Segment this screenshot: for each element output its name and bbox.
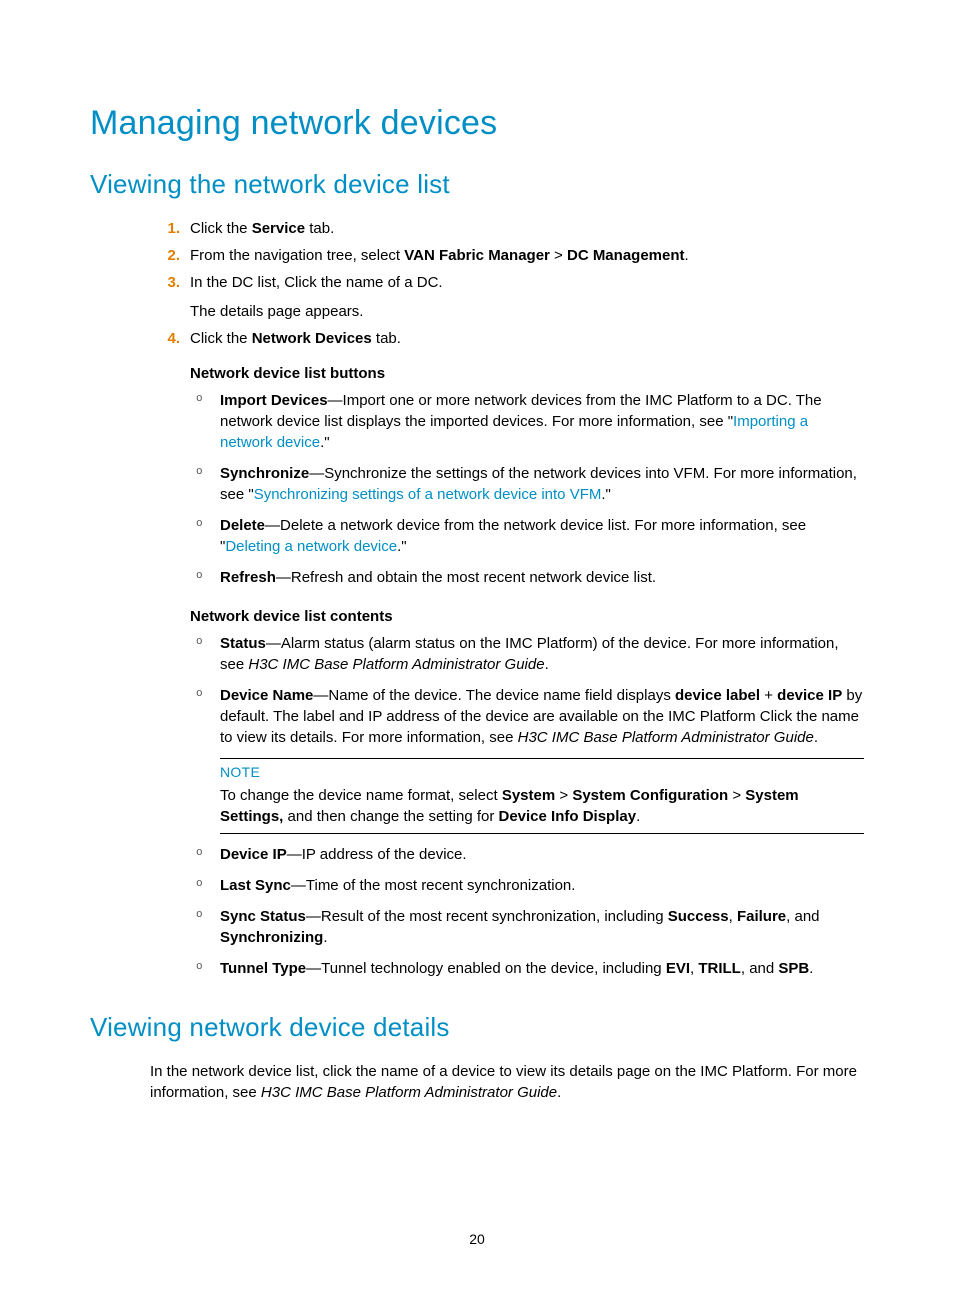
circle-bullet-icon: o <box>196 846 203 861</box>
step-number: 3. <box>150 272 180 293</box>
heading-2-viewing-list: Viewing the network device list <box>90 166 864 202</box>
list-item: o Last Sync—Time of the most recent sync… <box>190 875 864 906</box>
step-4: 4. Click the Network Devices tab. <box>150 328 864 355</box>
note-block: NOTE To change the device name format, s… <box>220 758 864 834</box>
step-number: 4. <box>150 328 180 349</box>
list-item: o Sync Status—Result of the most recent … <box>190 906 864 958</box>
steps-list-cont: 4. Click the Network Devices tab. <box>90 328 864 355</box>
step-text: Click the Service tab. <box>190 220 334 237</box>
link-deleting-device[interactable]: Deleting a network device <box>225 538 397 555</box>
contents-list-cont: o Device IP—IP address of the device. o … <box>90 844 864 989</box>
step-3-detail: The details page appears. <box>90 301 864 322</box>
step-text: From the navigation tree, select VAN Fab… <box>190 247 689 264</box>
circle-bullet-icon: o <box>196 392 203 407</box>
heading-2-viewing-details: Viewing network device details <box>90 1009 864 1045</box>
details-paragraph: In the network device list, click the na… <box>90 1061 864 1103</box>
list-item: o Device Name—Name of the device. The de… <box>190 685 864 752</box>
note-text: To change the device name format, select… <box>220 785 864 827</box>
list-item: o Delete—Delete a network device from th… <box>190 515 864 567</box>
list-item: o Device IP—IP address of the device. <box>190 844 864 875</box>
steps-list: 1. Click the Service tab. 2. From the na… <box>90 218 864 299</box>
step-2: 2. From the navigation tree, select VAN … <box>150 245 864 272</box>
note-label: NOTE <box>220 763 864 783</box>
list-item: o Refresh—Refresh and obtain the most re… <box>190 567 864 598</box>
step-1: 1. Click the Service tab. <box>150 218 864 245</box>
step-3: 3. In the DC list, Click the name of a D… <box>150 272 864 299</box>
step-text: Click the Network Devices tab. <box>190 330 401 347</box>
circle-bullet-icon: o <box>196 465 203 480</box>
page-number: 20 <box>0 1230 954 1250</box>
step-number: 2. <box>150 245 180 266</box>
heading-1: Managing network devices <box>90 100 864 148</box>
contents-list: o Status—Alarm status (alarm status on t… <box>90 633 864 752</box>
circle-bullet-icon: o <box>196 635 203 650</box>
list-item: o Synchronize—Synchronize the settings o… <box>190 463 864 515</box>
list-item: o Status—Alarm status (alarm status on t… <box>190 633 864 685</box>
contents-subheading: Network device list contents <box>90 606 864 627</box>
circle-bullet-icon: o <box>196 960 203 975</box>
circle-bullet-icon: o <box>196 517 203 532</box>
circle-bullet-icon: o <box>196 877 203 892</box>
step-text: In the DC list, Click the name of a DC. <box>190 274 443 291</box>
link-synchronizing[interactable]: Synchronizing settings of a network devi… <box>254 486 602 503</box>
step-number: 1. <box>150 218 180 239</box>
list-item: o Import Devices—Import one or more netw… <box>190 390 864 463</box>
circle-bullet-icon: o <box>196 908 203 923</box>
page: Managing network devices Viewing the net… <box>0 0 954 1296</box>
buttons-list: o Import Devices—Import one or more netw… <box>90 390 864 598</box>
buttons-subheading: Network device list buttons <box>90 363 864 384</box>
circle-bullet-icon: o <box>196 687 203 702</box>
list-item: o Tunnel Type—Tunnel technology enabled … <box>190 958 864 989</box>
circle-bullet-icon: o <box>196 569 203 584</box>
